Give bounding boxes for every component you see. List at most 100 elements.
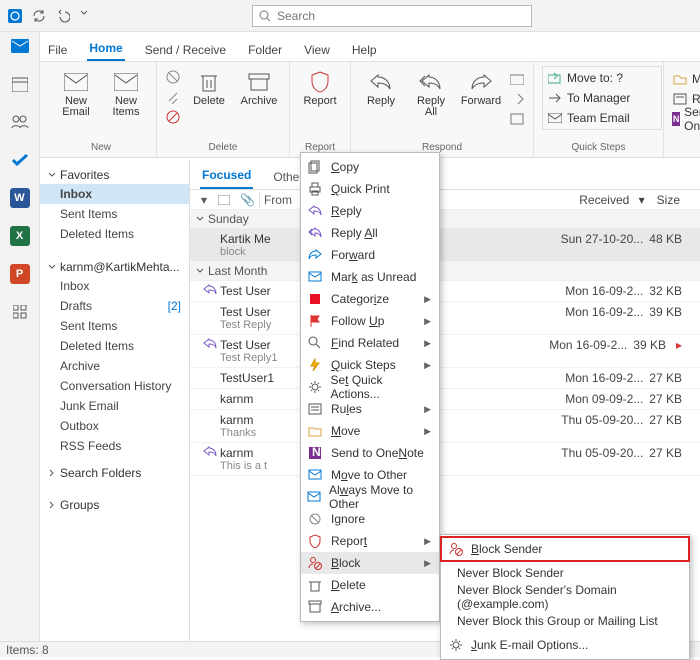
excel-app-icon[interactable]: X bbox=[10, 226, 30, 246]
folder-archive[interactable]: Archive bbox=[40, 356, 189, 376]
reply-button[interactable]: Reply bbox=[359, 66, 403, 118]
archive-button[interactable]: Archive bbox=[237, 66, 281, 118]
new-email-button[interactable]: New Email bbox=[54, 66, 98, 118]
delete-button[interactable]: Delete bbox=[187, 66, 231, 118]
sub-junk-e-mail-options-[interactable]: Junk E-mail Options... bbox=[441, 633, 689, 657]
report-button[interactable]: Report bbox=[298, 66, 342, 118]
qs-moveto[interactable]: Move to: ? bbox=[547, 69, 657, 87]
folder-deleted[interactable]: Deleted Items bbox=[40, 224, 189, 244]
sub-never-block-this-group-or-mailing-list[interactable]: Never Block this Group or Mailing List bbox=[441, 609, 689, 633]
qt-dropdown-icon[interactable] bbox=[78, 7, 96, 25]
message-row[interactable]: TestUser1Mon 16-09-2...27 KB bbox=[190, 368, 700, 389]
ignore-button[interactable] bbox=[165, 68, 181, 86]
word-app-icon[interactable]: W bbox=[10, 188, 30, 208]
sub-never-block-sender[interactable]: Never Block Sender bbox=[441, 561, 689, 585]
message-row[interactable]: Test UserMon 16-09-2...32 KB bbox=[190, 281, 700, 302]
ctx-quick-print[interactable]: Quick Print bbox=[301, 178, 439, 200]
junk-button[interactable] bbox=[165, 108, 181, 126]
ctx-categorize[interactable]: Categorize▶ bbox=[301, 288, 439, 310]
move-icon bbox=[307, 423, 323, 439]
calendar-app-icon[interactable] bbox=[10, 74, 30, 94]
sub-never-block-sender-s-domain-example-com-[interactable]: Never Block Sender's Domain (@example.co… bbox=[441, 585, 689, 609]
powerpoint-app-icon[interactable]: P bbox=[10, 264, 30, 284]
folder-sent-items[interactable]: Sent Items bbox=[40, 316, 189, 336]
ctx-block[interactable]: Block▶ bbox=[301, 552, 439, 574]
ctx-move[interactable]: Move▶ bbox=[301, 420, 439, 442]
qs-teamemail[interactable]: Team Email bbox=[547, 109, 657, 127]
message-row[interactable]: Test UserTest Reply1Mon 16-09-2...39 KB▸ bbox=[190, 335, 700, 368]
tab-focused[interactable]: Focused bbox=[200, 163, 253, 189]
onenote-button[interactable]: NSend to OneNote bbox=[672, 110, 700, 128]
col-size[interactable]: Size bbox=[651, 193, 686, 207]
folder-inbox[interactable]: Inbox bbox=[40, 184, 189, 204]
meeting-button[interactable] bbox=[509, 70, 525, 88]
ctx-forward[interactable]: Forward bbox=[301, 244, 439, 266]
folder-junk-email[interactable]: Junk Email bbox=[40, 396, 189, 416]
folder-outbox[interactable]: Outbox bbox=[40, 416, 189, 436]
folder-inbox[interactable]: Inbox bbox=[40, 276, 189, 296]
menu-home[interactable]: Home bbox=[87, 37, 124, 61]
ctx-find-related[interactable]: Find Related▶ bbox=[301, 332, 439, 354]
people-app-icon[interactable] bbox=[10, 112, 30, 132]
forward-icon bbox=[307, 247, 323, 263]
ctx-reply[interactable]: Reply bbox=[301, 200, 439, 222]
col-received[interactable]: Received ▾ bbox=[567, 193, 650, 207]
sync-icon[interactable] bbox=[30, 7, 48, 25]
message-row[interactable]: karnmThanksThu 05-09-20...27 KB bbox=[190, 410, 700, 443]
ribbon-group-new: New Email New Items New bbox=[46, 62, 157, 157]
mail-icon bbox=[547, 110, 563, 126]
forward-button[interactable]: Forward bbox=[459, 66, 503, 118]
folder-rss-feeds[interactable]: RSS Feeds bbox=[40, 436, 189, 456]
todo-app-icon[interactable] bbox=[10, 150, 30, 170]
date-group-sunday[interactable]: Sunday bbox=[190, 210, 700, 229]
undo-icon[interactable] bbox=[54, 7, 72, 25]
folder-deleted-items[interactable]: Deleted Items bbox=[40, 336, 189, 356]
ctx-set-quick-actions-[interactable]: Set Quick Actions... bbox=[301, 376, 439, 398]
menu-send-receive[interactable]: Send / Receive bbox=[143, 39, 228, 61]
ctx-report[interactable]: Report▶ bbox=[301, 530, 439, 552]
ctx-always-move-to-other[interactable]: Always Move to Other bbox=[301, 486, 439, 508]
folder-drafts[interactable]: Drafts[2] bbox=[40, 296, 189, 316]
onenote-icon: N bbox=[307, 445, 323, 461]
ctx-archive-[interactable]: Archive... bbox=[301, 596, 439, 618]
group-label-new: New bbox=[54, 140, 148, 155]
message-row[interactable]: karnmMon 09-09-2...27 KB bbox=[190, 389, 700, 410]
share-icon bbox=[509, 91, 525, 107]
qs-tomanager[interactable]: To Manager bbox=[547, 89, 657, 107]
chevron-down-icon bbox=[48, 263, 56, 271]
sub-block-sender[interactable]: Block Sender bbox=[441, 537, 689, 561]
message-row[interactable]: Test UserTest ReplyMon 16-09-2...39 KB bbox=[190, 302, 700, 335]
ctx-copy[interactable]: Copy bbox=[301, 156, 439, 178]
ctx-send-to-onenote[interactable]: NSend to OneNote bbox=[301, 442, 439, 464]
ctx-rules[interactable]: Rules▶ bbox=[301, 398, 439, 420]
cleanup-button[interactable] bbox=[165, 88, 181, 106]
folder-sent[interactable]: Sent Items bbox=[40, 204, 189, 224]
menu-folder[interactable]: Folder bbox=[246, 39, 284, 61]
select-all[interactable]: ▾ bbox=[190, 193, 218, 207]
favorites-section[interactable]: Favorites bbox=[40, 162, 189, 184]
ctx-follow-up[interactable]: Follow Up▶ bbox=[301, 310, 439, 332]
date-group-lastmonth[interactable]: Last Month bbox=[190, 262, 700, 281]
new-items-button[interactable]: New Items bbox=[104, 66, 148, 118]
menu-file[interactable]: File bbox=[46, 39, 69, 61]
from-header[interactable]: From bbox=[259, 193, 299, 207]
more-respond-button[interactable] bbox=[509, 110, 525, 128]
move-button[interactable]: Move ▾ bbox=[672, 70, 700, 88]
menu-help[interactable]: Help bbox=[350, 39, 379, 61]
ctx-delete[interactable]: Delete bbox=[301, 574, 439, 596]
mail-app-icon[interactable] bbox=[10, 36, 30, 56]
ctx-reply-all[interactable]: Reply All bbox=[301, 222, 439, 244]
menu-view[interactable]: View bbox=[302, 39, 332, 61]
more-apps-icon[interactable] bbox=[10, 302, 30, 322]
reply-all-button[interactable]: Reply All bbox=[409, 66, 453, 118]
folder-conversation-history[interactable]: Conversation History bbox=[40, 376, 189, 396]
im-button[interactable] bbox=[509, 90, 525, 108]
message-row[interactable]: karnmThis is a tThu 05-09-20...27 KB bbox=[190, 443, 700, 476]
ctx-mark-as-unread[interactable]: Mark as Unread bbox=[301, 266, 439, 288]
account-section[interactable]: karnm@KartikMehta... bbox=[40, 254, 189, 276]
ctx-ignore[interactable]: Ignore bbox=[301, 508, 439, 530]
message-row[interactable]: Kartik MeblockSun 27-10-20...48 KB bbox=[190, 229, 700, 262]
search-input[interactable]: Search bbox=[252, 5, 532, 27]
search-folders[interactable]: Search Folders bbox=[40, 460, 189, 482]
groups-section[interactable]: Groups bbox=[40, 492, 189, 514]
